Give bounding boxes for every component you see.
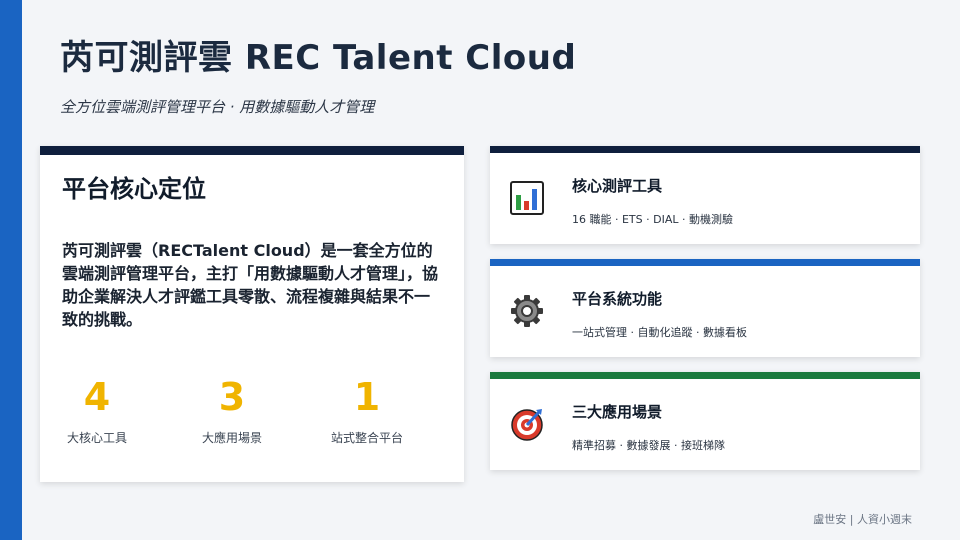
stat-value: 4 <box>83 375 111 419</box>
stat-value: 3 <box>218 375 246 419</box>
feature-card-core-tools: 核心測評工具 16 職能 · ETS · DIAL · 動機測驗 <box>490 146 920 244</box>
card-description: 芮可測評雲（RECTalent Cloud）是一套全方位的雲端測評管理平台，主打… <box>62 241 439 329</box>
card-heading: 平台核心定位 <box>62 175 206 203</box>
feature-subtitle: 16 職能 · ETS · DIAL · 動機測驗 <box>572 213 733 226</box>
feature-title: 平台系統功能 <box>572 290 663 308</box>
bar-chart-icon <box>510 181 544 215</box>
feature-card-scenarios: 三大應用場景 精準招募 · 數據發展 · 接班梯隊 <box>490 372 920 470</box>
feature-subtitle: 一站式管理 · 自動化追蹤 · 數據看板 <box>572 326 747 339</box>
stats-row: 4 大核心工具 3 大應用場景 1 站式整合平台 <box>40 373 464 453</box>
page-subtitle: 全方位雲端測評管理平台 · 用數據驅動人才管理 <box>60 98 375 116</box>
feature-title: 核心測評工具 <box>572 177 663 195</box>
feature-subtitle: 精準招募 · 數據發展 · 接班梯隊 <box>572 439 725 452</box>
gear-icon <box>510 294 544 328</box>
core-positioning-card: 平台核心定位 芮可測評雲（RECTalent Cloud）是一套全方位的雲端測評… <box>40 146 464 482</box>
page-title: 芮可測評雲 REC Talent Cloud <box>60 38 577 78</box>
stat-label: 站式整合平台 <box>330 431 403 445</box>
feature-title: 三大應用場景 <box>572 403 663 421</box>
stat-label: 大核心工具 <box>66 431 127 445</box>
target-icon <box>510 407 544 441</box>
stat-platform: 1 站式整合平台 <box>302 373 432 446</box>
feature-card-platform: 平台系統功能 一站式管理 · 自動化追蹤 · 數據看板 <box>490 259 920 357</box>
stat-value: 1 <box>353 375 381 419</box>
footer-credit: 盧世安 | 人資小週末 <box>813 513 912 526</box>
stat-core-tools: 4 大核心工具 <box>32 373 162 446</box>
stat-label: 大應用場景 <box>201 431 262 445</box>
stat-scenarios: 3 大應用場景 <box>167 373 297 446</box>
left-accent-bar <box>0 0 22 540</box>
